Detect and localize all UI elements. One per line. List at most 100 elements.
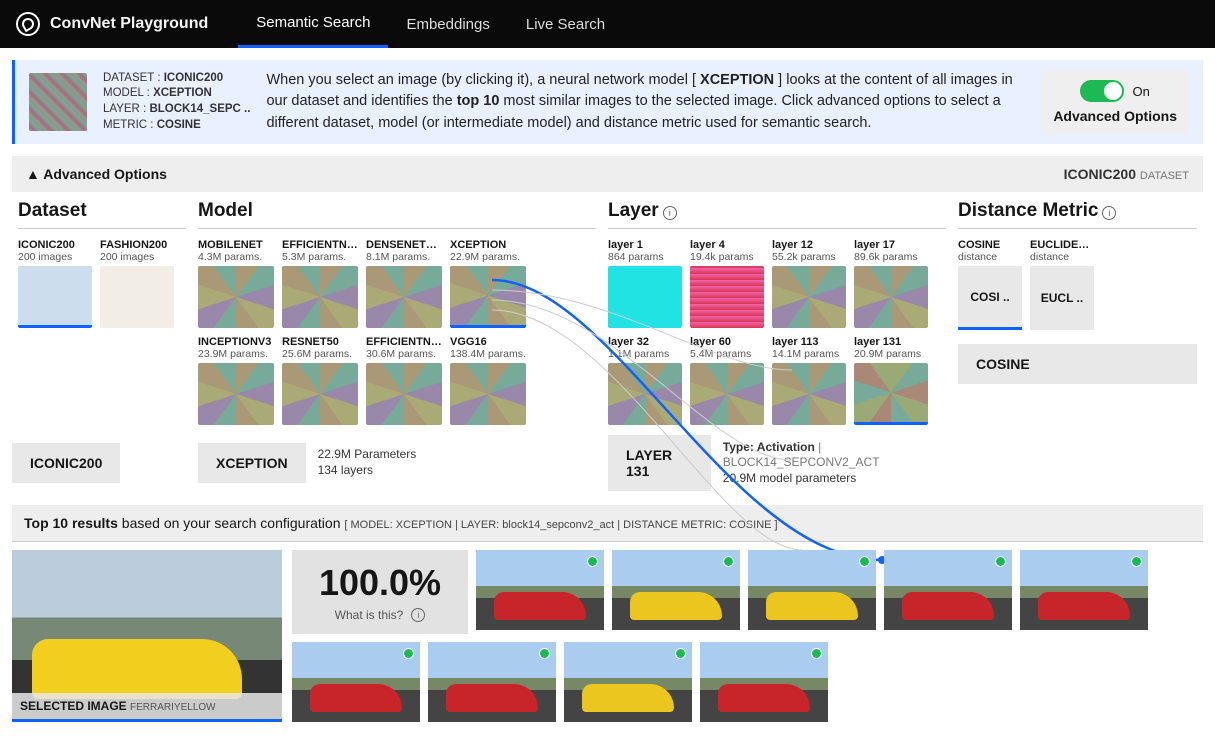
result-thumb[interactable] bbox=[612, 550, 740, 630]
layer-thumb-icon bbox=[772, 266, 846, 328]
layer-thumb-icon bbox=[854, 363, 928, 425]
metric-title: Distance Metrici bbox=[958, 200, 1197, 229]
selected-image-label: SELECTED IMAGE FERRARIYELLOW bbox=[12, 693, 282, 719]
match-dot-icon bbox=[859, 556, 870, 567]
advanced-options-toggle[interactable] bbox=[1080, 80, 1124, 102]
tab-semantic-search[interactable]: Semantic Search bbox=[238, 0, 388, 48]
logo-icon bbox=[16, 12, 40, 36]
result-thumb[interactable] bbox=[428, 642, 556, 722]
model-thumb-icon bbox=[450, 266, 526, 328]
match-dot-icon bbox=[675, 648, 686, 659]
model-card-resnet50[interactable]: RESNET5025.6M params. bbox=[282, 336, 358, 425]
tab-embeddings[interactable]: Embeddings bbox=[388, 0, 507, 48]
result-thumb[interactable] bbox=[564, 642, 692, 722]
metric-card-euclidean[interactable]: EUCLIDEAN distance EUCL .. bbox=[1030, 239, 1094, 330]
match-dot-icon bbox=[587, 556, 598, 567]
intro-thumbnail bbox=[29, 73, 87, 131]
match-dot-icon bbox=[539, 648, 550, 659]
layer-thumb-icon bbox=[690, 363, 764, 425]
result-thumb[interactable] bbox=[476, 550, 604, 630]
layer-card-layer-60[interactable]: layer 605.4M params bbox=[690, 336, 764, 425]
metric-card-cosine[interactable]: COSINE distance COSI .. bbox=[958, 239, 1022, 330]
layer-card-layer-113[interactable]: layer 11314.1M params bbox=[772, 336, 846, 425]
result-thumb[interactable] bbox=[292, 642, 420, 722]
result-thumb[interactable] bbox=[748, 550, 876, 630]
intro-text: When you select an image (by clicking it… bbox=[266, 70, 1025, 133]
model-thumb-icon bbox=[198, 266, 274, 328]
model-thumb-icon bbox=[198, 363, 274, 425]
layer-card-layer-17[interactable]: layer 1789.6k params bbox=[854, 239, 928, 328]
intro-panel: DATASET : ICONIC200 MODEL : XCEPTION LAY… bbox=[12, 60, 1203, 144]
advanced-options-toggle-box: On Advanced Options bbox=[1041, 70, 1189, 134]
selected-image[interactable]: SELECTED IMAGE FERRARIYELLOW bbox=[12, 550, 282, 722]
dataset-thumb-icon bbox=[18, 266, 92, 328]
layer-badge: LAYER 131 bbox=[608, 435, 711, 491]
metric-column: Distance Metrici COSINE distance COSI ..… bbox=[952, 200, 1203, 425]
model-column: Model MOBILENET4.3M params.EFFICIENTNE .… bbox=[192, 200, 602, 425]
match-dot-icon bbox=[811, 648, 822, 659]
advanced-options-label: Advanced Options bbox=[1053, 108, 1177, 124]
adv-header-left: ▲ Advanced Options bbox=[26, 166, 167, 182]
layer-badge-meta: Type: Activation | BLOCK14_SEPCONV2_ACT … bbox=[723, 440, 958, 487]
layer-title: Layeri bbox=[608, 200, 946, 229]
toggle-state: On bbox=[1132, 84, 1149, 99]
intro-meta: DATASET : ICONIC200 MODEL : XCEPTION LAY… bbox=[103, 71, 250, 133]
advanced-options-header[interactable]: ▲ Advanced Options ICONIC200 DATASET bbox=[12, 156, 1203, 192]
model-card-vgg16[interactable]: VGG16138.4M params. bbox=[450, 336, 526, 425]
model-thumb-icon bbox=[282, 266, 358, 328]
match-dot-icon bbox=[403, 648, 414, 659]
nav-tabs: Semantic Search Embeddings Live Search bbox=[238, 0, 623, 48]
model-thumb-icon bbox=[366, 266, 442, 328]
car-shape-icon bbox=[32, 639, 242, 699]
layer-thumb-icon bbox=[608, 266, 682, 328]
layer-card-layer-32[interactable]: layer 321.1M params bbox=[608, 336, 682, 425]
result-thumb[interactable] bbox=[1020, 550, 1148, 630]
similarity-score: 100.0% What is this?i bbox=[292, 550, 468, 634]
info-icon[interactable]: i bbox=[1102, 206, 1116, 220]
brand-text: ConvNet Playground bbox=[50, 15, 208, 33]
model-thumb-icon bbox=[450, 363, 526, 425]
layer-card-layer-12[interactable]: layer 1255.2k params bbox=[772, 239, 846, 328]
layer-thumb-icon bbox=[854, 266, 928, 328]
dataset-thumb-icon bbox=[100, 266, 174, 328]
match-dot-icon bbox=[723, 556, 734, 567]
match-dot-icon bbox=[995, 556, 1006, 567]
result-thumb[interactable] bbox=[884, 550, 1012, 630]
model-card-xception[interactable]: XCEPTION22.9M params. bbox=[450, 239, 526, 328]
metric-badge: COSINE bbox=[958, 344, 1197, 384]
tab-live-search[interactable]: Live Search bbox=[508, 0, 623, 48]
model-card-densenet121[interactable]: DENSENET1218.1M params. bbox=[366, 239, 442, 328]
layer-thumb-icon bbox=[608, 363, 682, 425]
dataset-badge: ICONIC200 bbox=[12, 443, 120, 483]
layer-thumb-icon bbox=[772, 363, 846, 425]
what-is-this-link[interactable]: What is this?i bbox=[335, 608, 426, 622]
model-badge: XCEPTION bbox=[198, 443, 306, 483]
model-card-efficientne[interactable]: EFFICIENTNE ..30.6M params. bbox=[366, 336, 442, 425]
layer-card-layer-131[interactable]: layer 13120.9M params bbox=[854, 336, 928, 425]
model-card-inceptionv3[interactable]: INCEPTIONV323.9M params. bbox=[198, 336, 274, 425]
model-card-efficientne[interactable]: EFFICIENTNE ..5.3M params. bbox=[282, 239, 358, 328]
dataset-column: Dataset ICONIC200 200 images FASHION200 … bbox=[12, 200, 192, 425]
info-icon[interactable]: i bbox=[663, 206, 677, 220]
layer-thumb-icon bbox=[690, 266, 764, 328]
result-thumb[interactable] bbox=[700, 642, 828, 722]
model-thumb-icon bbox=[282, 363, 358, 425]
adv-header-right: ICONIC200 DATASET bbox=[1064, 166, 1189, 182]
layer-column: Layeri layer 1864 paramslayer 419.4k par… bbox=[602, 200, 952, 425]
top-nav: ConvNet Playground Semantic Search Embed… bbox=[0, 0, 1215, 48]
results-header: Top 10 results based on your search conf… bbox=[12, 505, 1203, 542]
match-dot-icon bbox=[1131, 556, 1142, 567]
layer-card-layer-1[interactable]: layer 1864 params bbox=[608, 239, 682, 328]
results-body: SELECTED IMAGE FERRARIYELLOW 100.0% What… bbox=[12, 550, 1203, 722]
dataset-card-iconic200[interactable]: ICONIC200 200 images bbox=[18, 239, 92, 328]
brand[interactable]: ConvNet Playground bbox=[16, 12, 208, 36]
info-icon: i bbox=[411, 608, 425, 622]
dataset-title: Dataset bbox=[18, 200, 186, 229]
model-card-mobilenet[interactable]: MOBILENET4.3M params. bbox=[198, 239, 274, 328]
model-title: Model bbox=[198, 200, 596, 229]
model-badge-meta: 22.9M Parameters134 layers bbox=[318, 447, 417, 478]
advanced-options-body: Dataset ICONIC200 200 images FASHION200 … bbox=[12, 200, 1203, 425]
model-thumb-icon bbox=[366, 363, 442, 425]
dataset-card-fashion200[interactable]: FASHION200 200 images bbox=[100, 239, 174, 328]
layer-card-layer-4[interactable]: layer 419.4k params bbox=[690, 239, 764, 328]
